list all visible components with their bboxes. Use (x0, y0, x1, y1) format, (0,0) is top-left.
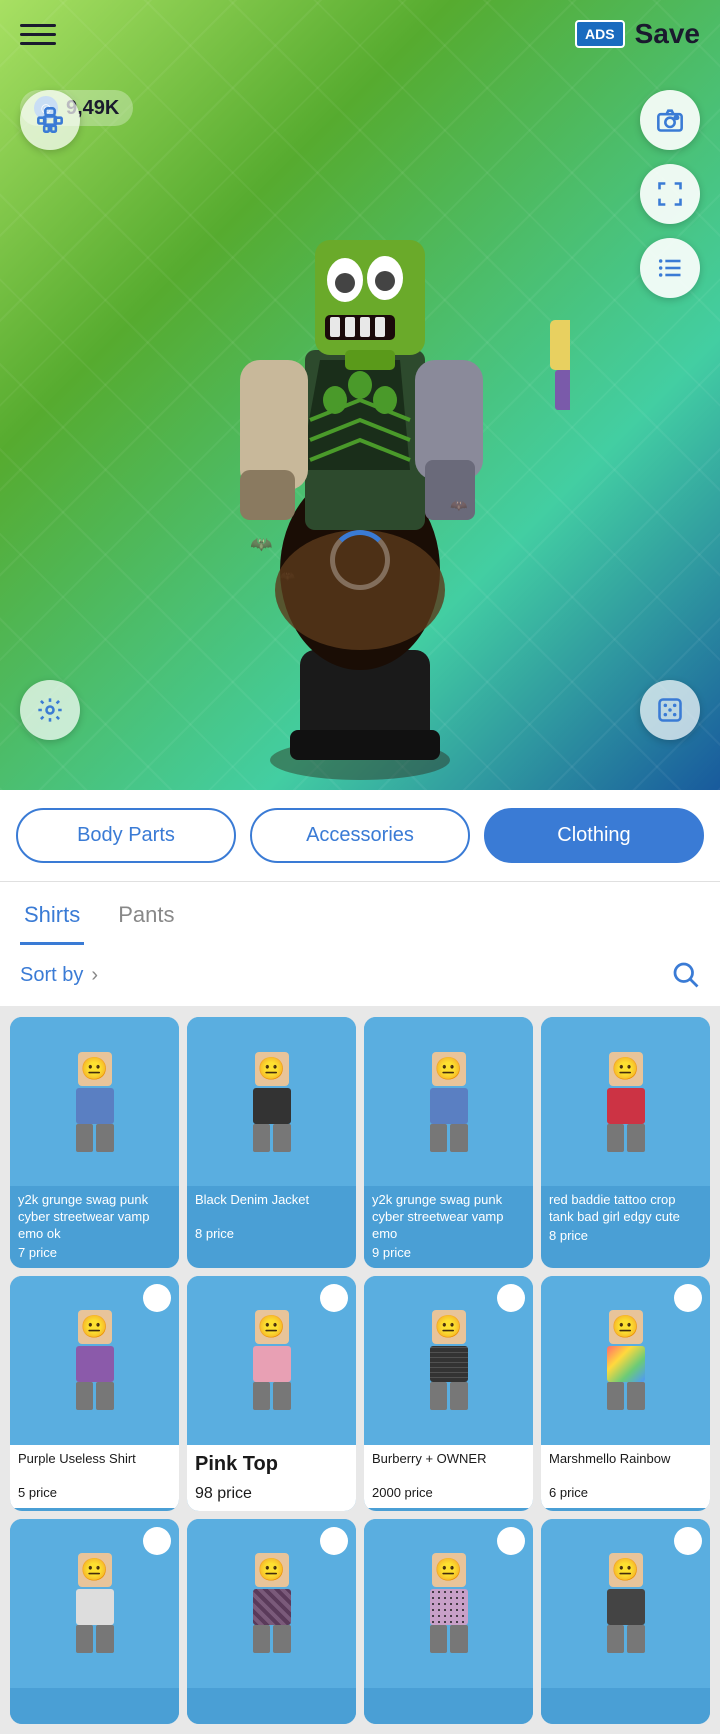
item-card-5[interactable]: Purple Useless Shirt 5 price (10, 1276, 179, 1511)
save-button[interactable]: Save (635, 18, 700, 50)
item-badge-10 (320, 1527, 348, 1555)
item-badge-9 (143, 1527, 171, 1555)
item-price-6: 98 price (195, 1485, 348, 1503)
menu-button[interactable] (20, 24, 56, 45)
item-name-10 (195, 1694, 348, 1714)
search-button[interactable] (670, 959, 700, 992)
avatar-svg: 🦇 🦇 🦇 (150, 90, 570, 790)
item-card-1[interactable]: y2k grunge swag punk cyber streetwear va… (10, 1017, 179, 1268)
item-price-1: 7 price (18, 1245, 171, 1260)
right-buttons (640, 90, 700, 298)
item-price-2: 8 price (195, 1226, 348, 1241)
item-card-8[interactable]: Marshmello Rainbow 6 price (541, 1276, 710, 1511)
item-image-2 (187, 1017, 356, 1186)
item-name-5: Purple Useless Shirt (18, 1451, 171, 1483)
rig-button[interactable] (20, 90, 80, 150)
item-image-11 (364, 1519, 533, 1688)
item-image-12 (541, 1519, 710, 1688)
item-name-11 (372, 1694, 525, 1714)
item-badge-11 (497, 1527, 525, 1555)
item-name-6: Pink Top (195, 1451, 348, 1483)
avatar-figure: 🦇 🦇 🦇 (150, 90, 570, 790)
subtab-pants[interactable]: Pants (114, 892, 178, 945)
item-image-4 (541, 1017, 710, 1186)
item-card-7[interactable]: Burberry + OWNER 2000 price (364, 1276, 533, 1511)
item-name-3: y2k grunge swag punk cyber streetwear va… (372, 1192, 525, 1243)
item-price-4: 8 price (549, 1228, 702, 1243)
item-name-2: Black Denim Jacket (195, 1192, 348, 1224)
item-card-4[interactable]: red baddie tattoo crop tank bad girl edg… (541, 1017, 710, 1268)
item-card-9[interactable] (10, 1519, 179, 1724)
dice-icon (656, 696, 684, 724)
camera-button[interactable] (640, 90, 700, 150)
item-name-1: y2k grunge swag punk cyber streetwear va… (18, 1192, 171, 1243)
item-price-7: 2000 price (372, 1485, 525, 1500)
item-card-12[interactable] (541, 1519, 710, 1724)
items-grid: y2k grunge swag punk cyber streetwear va… (0, 1007, 720, 1734)
list-button[interactable] (640, 238, 700, 298)
tab-clothing[interactable]: Clothing (484, 808, 704, 863)
item-image-9 (10, 1519, 179, 1688)
item-image-7 (364, 1276, 533, 1445)
item-image-6 (187, 1276, 356, 1445)
item-badge-8 (674, 1284, 702, 1312)
item-card-6[interactable]: Pink Top 98 price (187, 1276, 356, 1511)
sub-tabs: Shirts Pants (0, 882, 720, 945)
search-icon (670, 959, 700, 989)
camera-icon (656, 106, 684, 134)
dice-button-container (640, 680, 700, 740)
item-name-4: red baddie tattoo crop tank bad girl edg… (549, 1192, 702, 1226)
item-card-2[interactable]: Black Denim Jacket 8 price (187, 1017, 356, 1268)
item-card-10[interactable] (187, 1519, 356, 1724)
item-name-12 (549, 1694, 702, 1714)
settings-icon (36, 696, 64, 724)
item-price-3: 9 price (372, 1245, 525, 1260)
item-name-7: Burberry + OWNER (372, 1451, 525, 1483)
settings-button[interactable] (20, 680, 80, 740)
item-price-5: 5 price (18, 1485, 171, 1500)
sort-label: Sort by (20, 964, 83, 987)
item-badge-7 (497, 1284, 525, 1312)
item-image-10 (187, 1519, 356, 1688)
item-image-1 (10, 1017, 179, 1186)
item-name-8: Marshmello Rainbow (549, 1451, 702, 1483)
header: ADS Save (0, 0, 720, 68)
sort-by-button[interactable]: Sort by › (20, 964, 98, 987)
sort-bar: Sort by › (0, 945, 720, 1007)
item-badge-5 (143, 1284, 171, 1312)
item-image-5 (10, 1276, 179, 1445)
dice-button[interactable] (640, 680, 700, 740)
header-right: ADS Save (575, 18, 700, 50)
item-card-3[interactable]: y2k grunge swag punk cyber streetwear va… (364, 1017, 533, 1268)
tab-body-parts[interactable]: Body Parts (16, 808, 236, 863)
rig-icon (36, 106, 64, 134)
category-tabs: Body Parts Accessories Clothing (0, 790, 720, 882)
item-name-9 (18, 1694, 171, 1714)
subtab-shirts[interactable]: Shirts (20, 892, 84, 945)
item-image-3 (364, 1017, 533, 1186)
item-badge-6 (320, 1284, 348, 1312)
svg-text:🦇: 🦇 (450, 497, 468, 513)
expand-icon (656, 180, 684, 208)
ads-badge: ADS (575, 20, 625, 48)
item-image-8 (541, 1276, 710, 1445)
svg-text:🦇: 🦇 (250, 534, 272, 554)
item-price-8: 6 price (549, 1485, 702, 1500)
expand-button[interactable] (640, 164, 700, 224)
list-icon (656, 254, 684, 282)
avatar-area: ADS Save ◎ 9,49K (0, 0, 720, 790)
item-badge-12 (674, 1527, 702, 1555)
sort-arrow: › (91, 964, 98, 987)
loading-spinner (330, 530, 390, 590)
settings-button-container (20, 680, 80, 740)
tab-accessories[interactable]: Accessories (250, 808, 470, 863)
item-card-11[interactable] (364, 1519, 533, 1724)
